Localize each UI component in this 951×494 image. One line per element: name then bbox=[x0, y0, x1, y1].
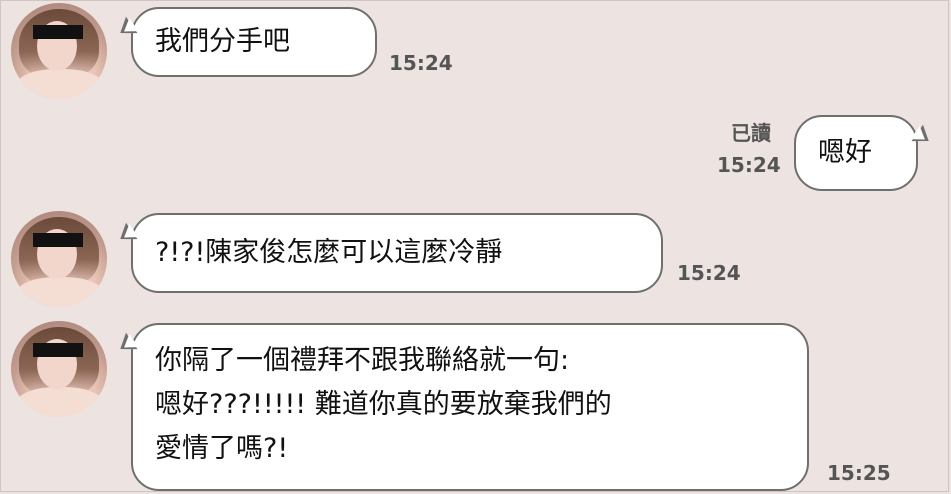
contact-avatar[interactable] bbox=[11, 3, 107, 99]
message-timestamp: 15:24 bbox=[717, 153, 781, 177]
contact-avatar[interactable] bbox=[11, 211, 107, 307]
contact-avatar[interactable] bbox=[11, 321, 107, 417]
censor-bar bbox=[33, 233, 83, 247]
message-timestamp: 15:24 bbox=[389, 51, 453, 75]
chat-window: 我們分手吧 15:24 已讀 15:24 嗯好 ?!?!陳家俊怎麼可以這麼冷靜 … bbox=[0, 0, 949, 492]
message-timestamp: 15:24 bbox=[677, 261, 741, 285]
message-bubble-outgoing[interactable]: 嗯好 bbox=[794, 115, 918, 191]
avatar-shoulder bbox=[15, 277, 105, 307]
message-timestamp: 15:25 bbox=[827, 461, 891, 485]
message-bubble-incoming[interactable]: 我們分手吧 bbox=[131, 7, 377, 77]
avatar-shoulder bbox=[15, 387, 105, 417]
message-bubble-incoming[interactable]: 你隔了一個禮拜不跟我聯絡就一句: 嗯好???!!!!! 難道你真的要放棄我們的 … bbox=[131, 323, 809, 491]
read-receipt: 已讀 bbox=[731, 121, 771, 145]
censor-bar bbox=[33, 343, 83, 357]
message-bubble-incoming[interactable]: ?!?!陳家俊怎麼可以這麼冷靜 bbox=[131, 213, 663, 293]
avatar-shoulder bbox=[15, 69, 105, 99]
censor-bar bbox=[33, 25, 83, 39]
